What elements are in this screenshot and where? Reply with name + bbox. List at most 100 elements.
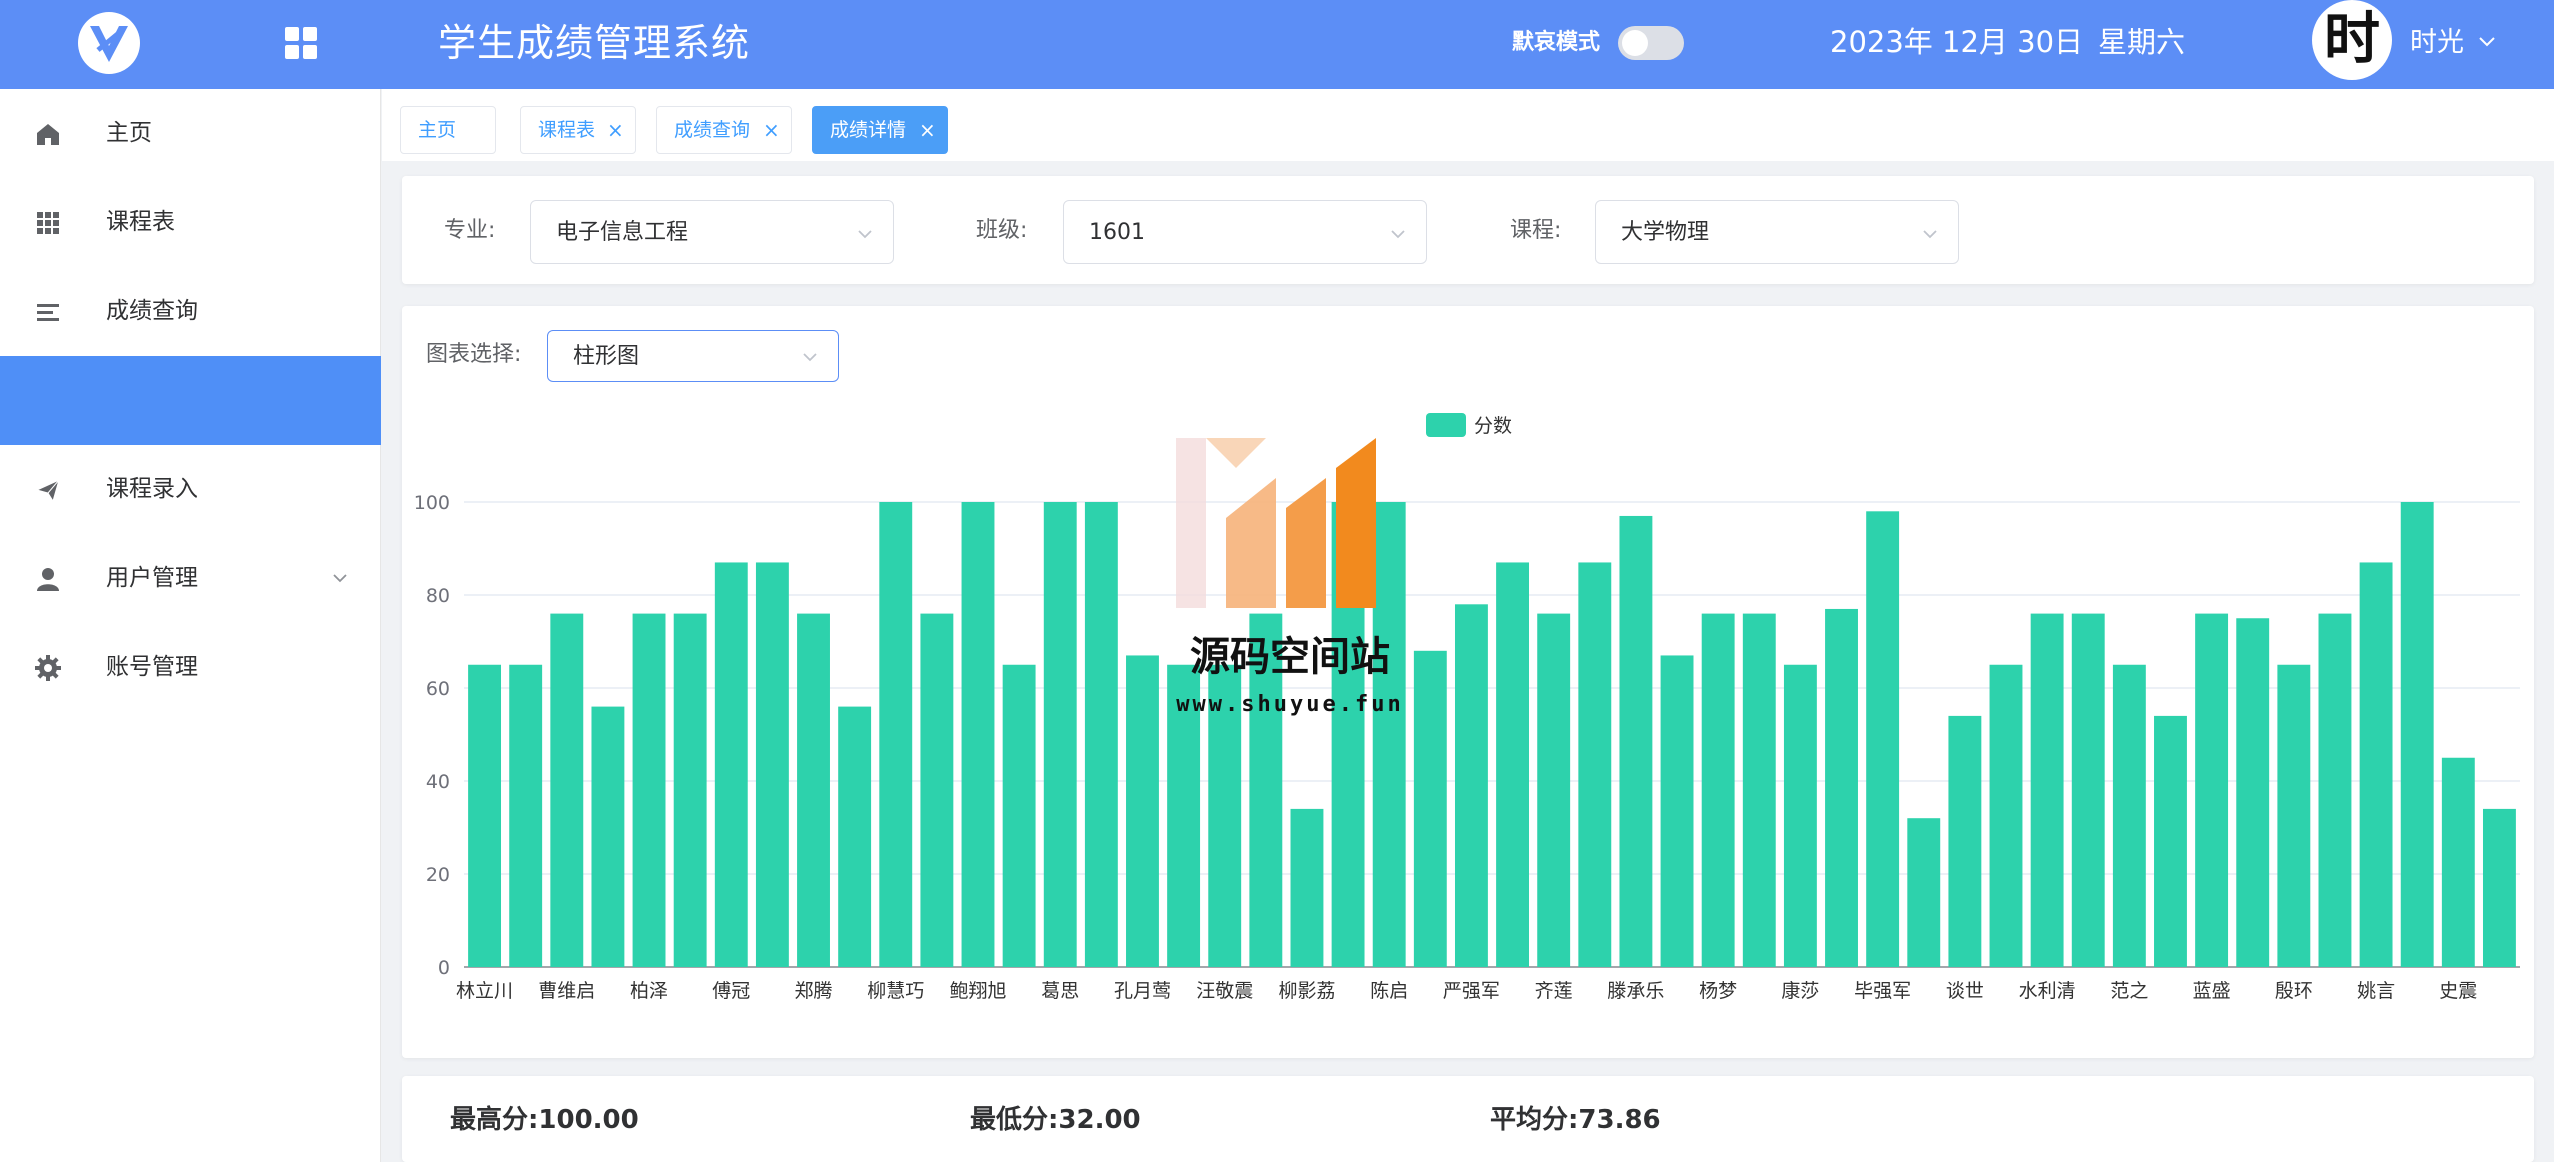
x-tick-label: 史震: [2439, 980, 2477, 1002]
chart-type-label: 图表选择:: [426, 342, 522, 367]
top-header: 学生成绩管理系统 默哀模式 2023年 12月 30日 星期六 时 时光: [0, 0, 2554, 89]
send-icon: [35, 479, 60, 503]
user-icon: [37, 568, 59, 591]
tab-grade-detail[interactable]: 成绩详情 ×: [812, 106, 948, 154]
sidebar-item-label: 账号管理: [106, 654, 198, 680]
x-tick-label: 姚言: [2357, 980, 2395, 1002]
chevron-down-icon: [1391, 230, 1405, 239]
tab-grade-query[interactable]: 成绩查询 ×: [656, 106, 792, 154]
bar: [2154, 715, 2187, 967]
min-score-label: 最低分:: [970, 1105, 1059, 1135]
watermark-logo-icon: [1176, 438, 1376, 608]
bar: [920, 613, 954, 967]
x-tick-label: 柳慧巧: [867, 980, 924, 1002]
x-tick-label: 汪敬震: [1196, 980, 1253, 1002]
course-select-value: 大学物理: [1621, 220, 1710, 245]
bar: [1454, 604, 1488, 967]
bar: [2318, 613, 2352, 967]
bar: [961, 502, 995, 967]
chevron-down-icon[interactable]: [2476, 30, 2498, 52]
bar: [1578, 562, 1612, 967]
class-label: 班级:: [976, 218, 1028, 243]
bar: [1701, 613, 1735, 967]
list-icon: [37, 304, 59, 321]
avatar[interactable]: 时: [2312, 0, 2392, 80]
toggle-knob: [1622, 30, 1648, 56]
min-score-stat: 最低分:32.00: [970, 1100, 1141, 1140]
bar: [1866, 511, 1900, 967]
bar: [1537, 613, 1571, 967]
bar: [1043, 502, 1077, 967]
bar: [1825, 608, 1858, 967]
sidebar-item-account-management[interactable]: 账号管理: [0, 623, 381, 712]
menu-grid-icon[interactable]: [285, 27, 319, 61]
avg-score-label: 平均分:: [1490, 1105, 1579, 1135]
bar: [591, 706, 625, 967]
avg-score-value: 73.86: [1578, 1105, 1661, 1135]
gear-icon: [35, 655, 61, 681]
sidebar-item-label: 用户管理: [106, 565, 198, 591]
x-tick-label: 谈世: [1946, 980, 1984, 1002]
chevron-down-icon: [333, 574, 347, 583]
course-label: 课程:: [1510, 218, 1562, 243]
bar: [1783, 664, 1817, 967]
sidebar-item-label: 课程表: [106, 209, 175, 235]
tab-label: 成绩详情: [830, 119, 907, 141]
x-tick-label: 林立川: [456, 980, 513, 1002]
avg-score-stat: 平均分:73.86: [1490, 1100, 1661, 1140]
chevron-down-icon: [858, 230, 872, 239]
max-score-stat: 最高分:100.00: [450, 1100, 639, 1140]
close-icon[interactable]: ×: [607, 107, 624, 153]
chart-type-value: 柱形图: [573, 344, 640, 369]
bar: [2195, 613, 2229, 967]
sidebar-item-grade-query[interactable]: 成绩查询: [0, 267, 381, 356]
course-select[interactable]: 大学物理: [1595, 200, 1959, 264]
tab-home[interactable]: 主页: [400, 106, 496, 154]
y-tick-label: 100: [414, 492, 450, 514]
x-tick-label: 毕强军: [1854, 980, 1911, 1002]
bar: [1496, 562, 1530, 967]
tab-label: 主页: [418, 119, 457, 141]
x-tick-label: 杨梦: [1699, 980, 1737, 1002]
chevron-down-icon: [1923, 230, 1937, 239]
bar: [1619, 515, 1653, 967]
x-tick-label: 康莎: [1781, 980, 1819, 1002]
app-logo-icon[interactable]: [76, 10, 142, 76]
bar: [2482, 808, 2516, 967]
major-select-value: 电子信息工程: [556, 220, 689, 245]
sidebar-item-label: 课程录入: [106, 476, 198, 502]
stats-card: [402, 1076, 2534, 1162]
x-tick-label: 柏泽: [630, 980, 668, 1002]
sidebar-item-user-management[interactable]: 用户管理: [0, 534, 381, 623]
sidebar-item-label: 成绩查询: [106, 298, 198, 324]
user-name-dropdown[interactable]: 时光: [2410, 24, 2464, 62]
bar: [2030, 613, 2064, 967]
current-date: 2023年 12月 30日: [1830, 25, 2084, 59]
max-score-label: 最高分:: [450, 1105, 539, 1135]
bar: [1660, 655, 1694, 967]
x-tick-label: 陈启: [1370, 980, 1408, 1002]
sidebar-item-schedule[interactable]: 课程表: [0, 178, 381, 267]
tab-schedule[interactable]: 课程表 ×: [520, 106, 636, 154]
x-tick-label: 傅冠: [712, 980, 750, 1002]
class-select[interactable]: 1601: [1063, 200, 1427, 264]
sidebar-item-active[interactable]: [0, 356, 381, 445]
chart-type-select[interactable]: 柱形图: [547, 330, 839, 382]
y-tick-label: 80: [426, 585, 450, 607]
bar: [468, 664, 502, 967]
bar: [1989, 664, 2023, 967]
close-icon[interactable]: ×: [763, 107, 780, 153]
major-select[interactable]: 电子信息工程: [530, 200, 894, 264]
bar: [1002, 664, 1036, 967]
sidebar-item-course-entry[interactable]: 课程录入: [0, 445, 381, 534]
mourn-mode-toggle[interactable]: [1618, 26, 1684, 60]
bar: [838, 706, 872, 967]
bar: [2071, 613, 2105, 967]
close-icon[interactable]: ×: [919, 107, 936, 153]
bar: [2277, 664, 2311, 967]
sidebar-item-label: 主页: [106, 120, 152, 146]
x-tick-label: 曹维启: [538, 980, 595, 1002]
sidebar-item-home[interactable]: 主页: [0, 89, 381, 178]
bar: [550, 613, 584, 967]
bar: [2236, 618, 2270, 967]
